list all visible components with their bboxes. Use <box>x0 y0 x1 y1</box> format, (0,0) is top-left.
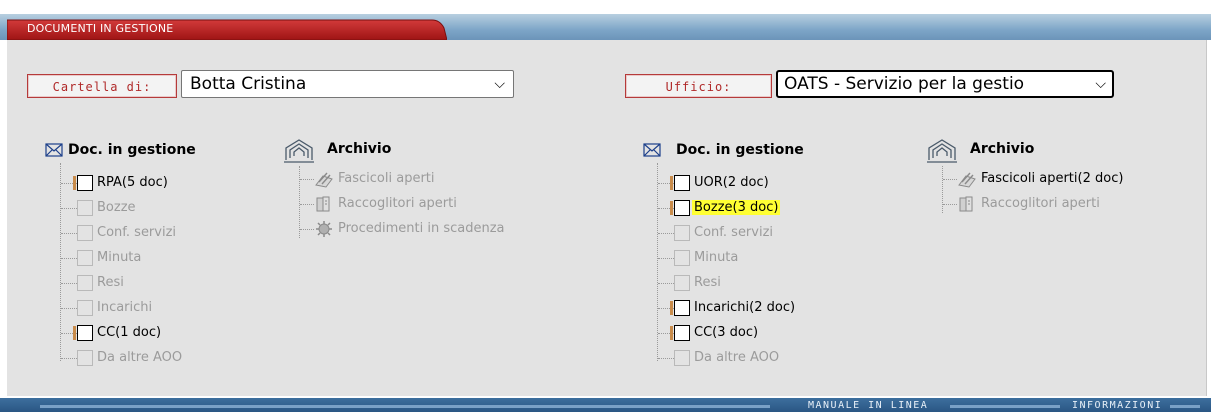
left-archive-header-label: Archivio <box>327 141 392 157</box>
left-doc-item-label: RPA(5 doc) <box>97 175 168 190</box>
right-doc-item-label: Da altre AOO <box>694 350 780 365</box>
gear-icon <box>314 220 334 238</box>
folder-icon <box>674 250 690 266</box>
left-archive-item-label: Fascicoli aperti <box>338 171 435 186</box>
highlight-mark: Bozze(3 doc) <box>692 200 781 215</box>
bottom-bar: MANUALE IN LINEA INFORMAZIONI <box>0 398 1211 412</box>
folder-icon <box>77 300 93 316</box>
tree-connector <box>943 204 957 205</box>
folder-icon <box>674 225 690 241</box>
tree-connector <box>61 208 77 209</box>
office-label: Ufficio: <box>625 74 772 98</box>
folder-tab-mark <box>73 326 76 340</box>
office-select-value: OATS - Servizio per la gestio <box>784 74 1025 94</box>
bottom-strip <box>40 405 770 408</box>
folder-tools-icon <box>314 170 334 188</box>
folder-tab-mark <box>670 326 673 340</box>
folder-icon <box>77 350 93 366</box>
tree-connector <box>61 233 77 234</box>
folder-select[interactable]: Botta Cristina ⌵ <box>181 70 514 98</box>
right-doc-item-label: Incarichi(2 doc) <box>694 300 796 315</box>
folder-icon <box>674 200 690 216</box>
tree-connector <box>658 233 674 234</box>
info-link[interactable]: INFORMAZIONI <box>1072 400 1162 411</box>
folder-icon <box>674 300 690 316</box>
archive-icon <box>926 136 958 168</box>
right-doc-item-label: UOR(2 doc) <box>694 175 769 190</box>
envelope-icon <box>45 143 63 161</box>
left-archive-item-label: Procedimenti in scadenza <box>338 221 505 236</box>
tree-connector <box>943 179 957 180</box>
folder-icon <box>77 275 93 291</box>
left-doc-item-label: CC(1 doc) <box>97 325 162 340</box>
folder-icon <box>77 325 93 341</box>
right-doc-item-label: Bozze(3 doc) <box>692 198 781 218</box>
folder-label: Cartella di: <box>27 74 177 98</box>
right-archive-header-label: Archivio <box>970 141 1035 157</box>
office-select[interactable]: OATS - Servizio per la gestio ⌵ <box>776 70 1114 98</box>
right-archive-item-label: Fascicoli aperti(2 doc) <box>981 171 1124 186</box>
bottom-strip <box>1170 405 1200 408</box>
tree-connector <box>61 308 77 309</box>
right-doc-item-label: Minuta <box>694 250 739 265</box>
folder-icon <box>674 275 690 291</box>
folder-icon <box>77 250 93 266</box>
tree-connector <box>61 258 77 259</box>
manual-link[interactable]: MANUALE IN LINEA <box>808 400 928 411</box>
folder-tab-mark <box>73 176 76 190</box>
section-title: DOCUMENTI IN GESTIONE <box>27 22 174 35</box>
left-doc-header-label: Doc. in gestione <box>68 142 196 158</box>
folder-icon <box>77 175 93 191</box>
envelope-icon <box>643 143 661 161</box>
folder-select-value: Botta Cristina <box>190 74 307 94</box>
binder-icon <box>957 195 977 213</box>
left-doc-item-label: Minuta <box>97 250 142 265</box>
tree-connector <box>61 283 77 284</box>
folder-icon <box>674 325 690 341</box>
left-archive-tree-line <box>299 166 300 238</box>
archive-icon <box>283 136 315 168</box>
left-archive-item-label: Raccoglitori aperti <box>338 196 457 211</box>
tree-connector <box>658 258 674 259</box>
right-archive-item-label: Raccoglitori aperti <box>981 196 1100 211</box>
tree-connector <box>300 204 314 205</box>
folder-tools-icon <box>957 170 977 188</box>
left-doc-item-label: Resi <box>97 275 124 290</box>
left-doc-item-label: Da altre AOO <box>97 350 183 365</box>
right-doc-header-label: Doc. in gestione <box>676 142 804 158</box>
left-doc-item-label: Conf. servizi <box>97 225 177 240</box>
tree-connector <box>61 358 77 359</box>
chevron-down-icon: ⌵ <box>494 76 505 92</box>
section-tab: DOCUMENTI IN GESTIONE <box>7 18 447 40</box>
right-doc-tree-line <box>657 163 658 361</box>
folder-tab-mark <box>670 176 673 190</box>
tree-connector <box>658 283 674 284</box>
left-doc-item-label: Bozze <box>97 200 136 215</box>
folder-icon <box>77 225 93 241</box>
tree-connector <box>300 229 314 230</box>
folder-icon <box>674 175 690 191</box>
bottom-strip <box>950 405 1060 408</box>
folder-icon <box>674 350 690 366</box>
binder-icon <box>314 195 334 213</box>
left-doc-tree-line <box>60 163 61 361</box>
right-doc-item-label: CC(3 doc) <box>694 325 759 340</box>
right-doc-item-label: Conf. servizi <box>694 225 774 240</box>
folder-tab-mark <box>670 301 673 315</box>
left-doc-item-label: Incarichi <box>97 300 153 315</box>
folder-icon <box>77 200 93 216</box>
chevron-down-icon: ⌵ <box>1095 76 1106 92</box>
right-archive-tree-line <box>942 166 943 213</box>
tree-connector <box>658 358 674 359</box>
folder-tab-mark <box>670 201 673 215</box>
right-doc-item-label: Resi <box>694 275 721 290</box>
tree-connector <box>300 179 314 180</box>
